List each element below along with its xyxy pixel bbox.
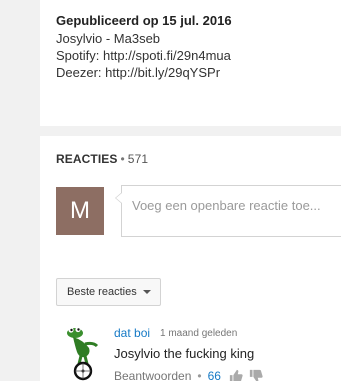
comment-author[interactable]: dat boi [114,326,150,340]
comment-input[interactable] [132,198,332,213]
thumbs-down-icon[interactable] [249,369,263,381]
chevron-down-icon [142,290,151,294]
comments-count: 571 [127,152,149,166]
comments-separator: • [120,152,125,166]
comment-timestamp[interactable]: 1 maand geleden [160,328,237,339]
comment-text: Josylvio the fucking king [114,346,255,361]
comment-actions: Beantwoorden • 66 [114,369,269,381]
like-count: 66 [207,369,221,381]
avatar[interactable]: M [56,187,104,235]
comments-header: Reacties • 571 [56,152,148,166]
video-description: Gepubliceerd op 15 jul. 2016 Josylvio - … [40,0,341,126]
thumbs-up-icon[interactable] [229,369,243,381]
sort-comments-button[interactable]: Beste reacties [56,278,161,306]
actions-separator: • [197,369,202,381]
comment-box[interactable] [115,185,341,237]
comments-title: Reacties [56,152,118,166]
comments-section: Reacties•571 M Beste reacties dat boi 1 … [40,136,341,381]
publish-date: Gepubliceerd op 15 jul. 2016 [56,13,232,28]
sort-label: Beste reacties [67,286,137,298]
description-line-spotify[interactable]: Spotify: http://spoti.fi/29n4mua [56,48,231,64]
description-line-deezer[interactable]: Deezer: http://bit.ly/29qYSPr [56,65,220,81]
reply-button[interactable]: Beantwoorden [114,369,191,381]
frog-on-unicycle-avatar-icon[interactable] [63,324,103,381]
avatar-letter: M [70,197,90,224]
description-line-title: Josylvio - Ma3seb [56,31,161,46]
